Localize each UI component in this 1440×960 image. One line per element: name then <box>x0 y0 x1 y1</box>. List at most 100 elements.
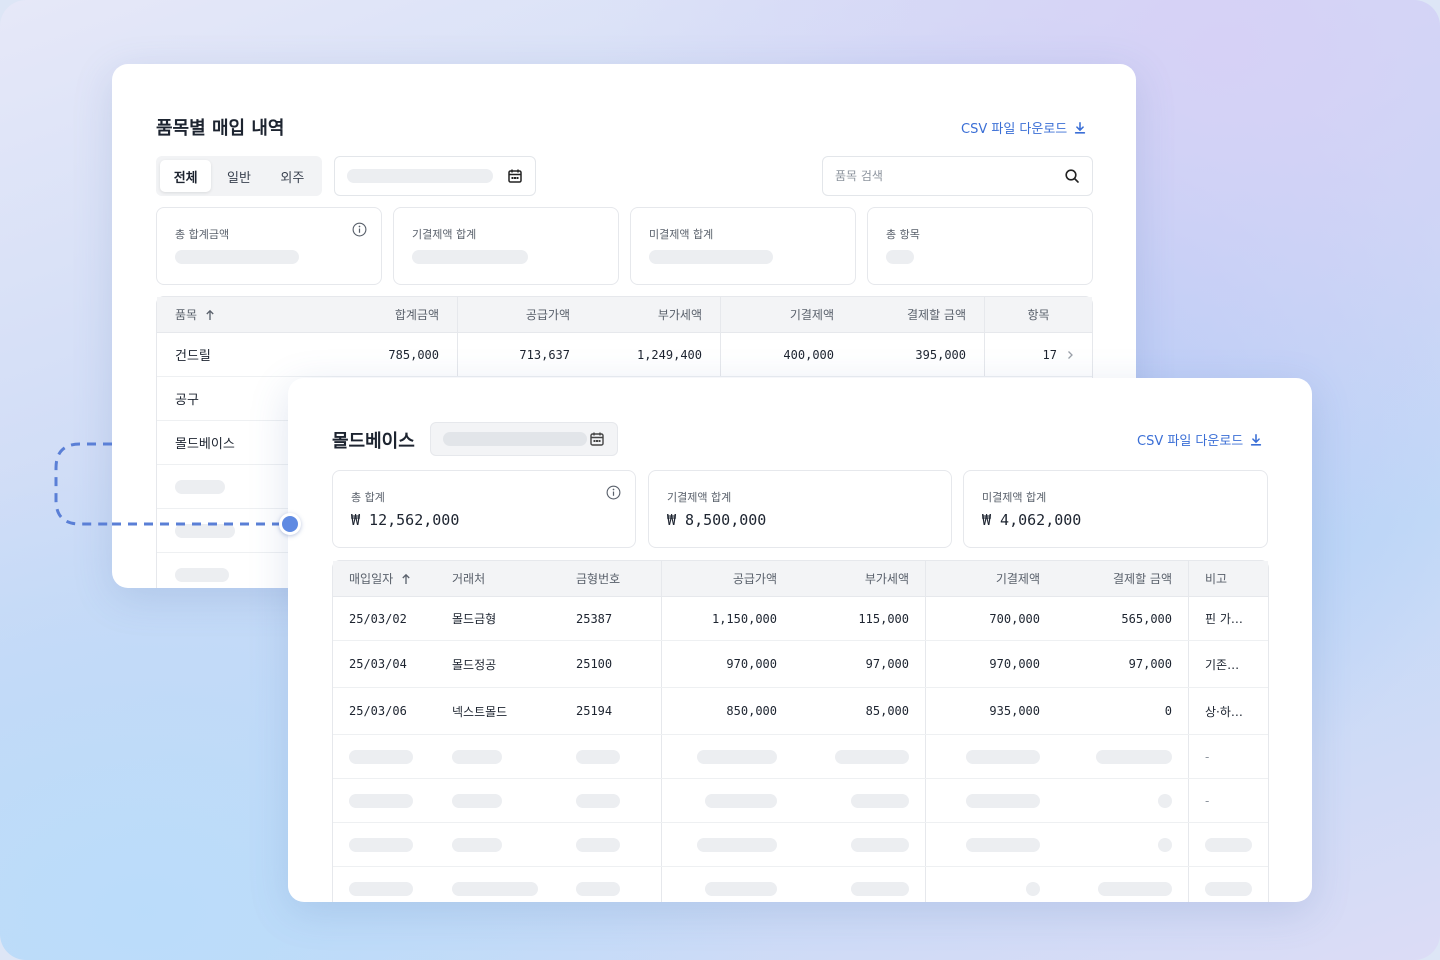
stat-value-placeholder <box>175 250 299 264</box>
cell-vendor: 몰드금형 <box>452 612 497 626</box>
column-header-item[interactable]: 품목 <box>157 297 307 332</box>
cell-supply: 970,000 <box>661 641 793 687</box>
column-header-vat[interactable]: 부가세액 <box>793 561 925 596</box>
cell-mold-no: 25387 <box>576 611 613 626</box>
segment-all[interactable]: 전체 <box>160 160 212 192</box>
column-header-supply[interactable]: 공급가액 <box>661 561 793 596</box>
stat-label: 미결제액 합계 <box>982 491 1047 504</box>
arrow-up-icon <box>402 573 410 584</box>
cell-note: - <box>1188 779 1268 822</box>
column-header-vat[interactable]: 부가세액 <box>588 297 720 332</box>
cell-placeholder <box>1158 793 1172 808</box>
stat-label: 총 합계금액 <box>175 228 230 241</box>
cell-placeholder <box>851 837 909 852</box>
column-header-date[interactable]: 매입일자 <box>333 561 436 596</box>
stat-total: 총 합계 ₩ 12,562,000 <box>332 470 636 548</box>
cell-supply: 1,150,000 <box>661 597 793 640</box>
cell-placeholder <box>576 881 620 896</box>
cell-placeholder <box>1026 881 1040 896</box>
column-header-vendor[interactable]: 거래처 <box>436 561 560 596</box>
table-row[interactable]: 25/03/04 몰드정공 25100 970,000 97,000 970,0… <box>333 641 1268 688</box>
column-header-due[interactable]: 결제할 금액 <box>1056 561 1188 596</box>
csv-download-button[interactable]: CSV 파일 다운로드 <box>961 118 1087 137</box>
detail-date-picker[interactable] <box>430 422 618 456</box>
cell-placeholder <box>851 793 909 808</box>
stat-value: ₩ 12,562,000 <box>351 511 460 529</box>
stat-label: 기결제액 합계 <box>667 491 732 504</box>
csv-download-label: CSV 파일 다운로드 <box>961 122 1068 137</box>
calendar-icon <box>590 432 604 446</box>
stat-value: ₩ 4,062,000 <box>982 511 1082 529</box>
item-search-input[interactable] <box>835 169 1035 183</box>
column-header-total[interactable]: 합계금액 <box>307 297 457 332</box>
cell-placeholder <box>175 567 229 582</box>
stat-label: 총 항목 <box>886 228 920 241</box>
column-header-supply[interactable]: 공급가액 <box>457 297 588 332</box>
cell-item: 건드릴 <box>175 349 211 364</box>
table-header: 품목 합계금액 공급가액 부가세액 기결제액 결제할 금액 항목 <box>157 297 1092 333</box>
search-icon[interactable] <box>1064 168 1080 184</box>
cell-placeholder <box>705 793 777 808</box>
stat-value-placeholder <box>649 250 773 264</box>
cell-mold-no: 25100 <box>576 657 613 671</box>
table-row[interactable]: 25/03/06 넥스트몰드 25194 850,000 85,000 935,… <box>333 688 1268 735</box>
cell-placeholder <box>452 793 502 808</box>
calendar-icon <box>508 169 522 183</box>
csv-download-button[interactable]: CSV 파일 다운로드 <box>1137 430 1263 449</box>
arrow-up-icon <box>206 309 214 320</box>
item-search-box <box>822 156 1093 196</box>
stat-label: 총 합계 <box>351 491 385 504</box>
stat-unpaid-total: 미결제액 합계 ₩ 4,062,000 <box>963 470 1268 548</box>
cell-vat: 115,000 <box>858 611 909 626</box>
cell-vendor: 몰드정공 <box>452 657 497 672</box>
segment-outsourced[interactable]: 외주 <box>267 160 318 192</box>
column-header-mold-no[interactable]: 금형번호 <box>560 561 661 596</box>
purchase-detail-table: 매입일자 거래처 금형번호 공급가액 부가세액 기결제액 결제할 금액 비고 2… <box>332 560 1269 902</box>
segment-general[interactable]: 일반 <box>213 160 264 192</box>
cell-supply: 713,637 <box>457 333 588 376</box>
cell-due: 97,000 <box>1128 657 1172 671</box>
stat-label: 기결제액 합계 <box>412 228 477 241</box>
cell-note: 핀 가… <box>1188 597 1268 640</box>
column-label: 품목 <box>175 308 198 322</box>
cell-placeholder <box>966 793 1040 808</box>
column-header-due[interactable]: 결제할 금액 <box>852 297 984 332</box>
cell-placeholder <box>452 881 538 896</box>
cell-placeholder <box>576 837 620 852</box>
cell-placeholder <box>452 837 502 852</box>
cell-placeholder <box>1205 881 1252 896</box>
column-header-count[interactable]: 항목 <box>984 297 1092 332</box>
date-range-placeholder <box>443 432 587 446</box>
table-row-placeholder <box>333 823 1268 867</box>
column-label: 매입일자 <box>349 572 394 586</box>
date-range-placeholder <box>347 169 493 183</box>
cell-paid: 700,000 <box>925 597 1056 640</box>
column-header-note[interactable]: 비고 <box>1188 561 1268 596</box>
mold-base-detail-card: 몰드베이스 CSV 파일 다운로드 총 합계 ₩ 12,562,000 기결제액… <box>288 378 1312 902</box>
cell-placeholder <box>175 479 225 494</box>
page-title: 품목별 매입 내역 <box>156 118 285 139</box>
cell-placeholder <box>1096 749 1172 764</box>
info-icon[interactable] <box>352 222 367 237</box>
stat-value-placeholder <box>886 250 914 264</box>
stat-paid-total: 기결제액 합계 ₩ 8,500,000 <box>648 470 952 548</box>
info-icon[interactable] <box>606 485 621 500</box>
stat-label: 미결제액 합계 <box>649 228 714 241</box>
cell-due: 0 <box>1164 704 1172 718</box>
cell-count: 17 <box>984 333 1092 376</box>
cell-item: 공구 <box>175 393 199 408</box>
chevron-right-icon[interactable] <box>1067 350 1074 360</box>
cell-paid: 970,000 <box>925 641 1056 687</box>
cell-placeholder <box>835 749 909 764</box>
cell-placeholder <box>697 837 777 852</box>
background-stage: 품목별 매입 내역 CSV 파일 다운로드 전체 일반 외주 총 합계금액 기결… <box>0 0 1440 960</box>
column-header-paid[interactable]: 기결제액 <box>720 297 852 332</box>
cell-paid: 400,000 <box>720 333 852 376</box>
table-row[interactable]: 25/03/02 몰드금형 25387 1,150,000 115,000 70… <box>333 597 1268 641</box>
date-range-picker[interactable] <box>334 156 536 196</box>
csv-download-label: CSV 파일 다운로드 <box>1137 434 1244 449</box>
cell-paid: 935,000 <box>925 688 1056 734</box>
table-row[interactable]: 건드릴 785,000 713,637 1,249,400 400,000 39… <box>157 333 1092 377</box>
column-header-paid[interactable]: 기결제액 <box>925 561 1056 596</box>
count-value: 17 <box>1042 347 1057 362</box>
